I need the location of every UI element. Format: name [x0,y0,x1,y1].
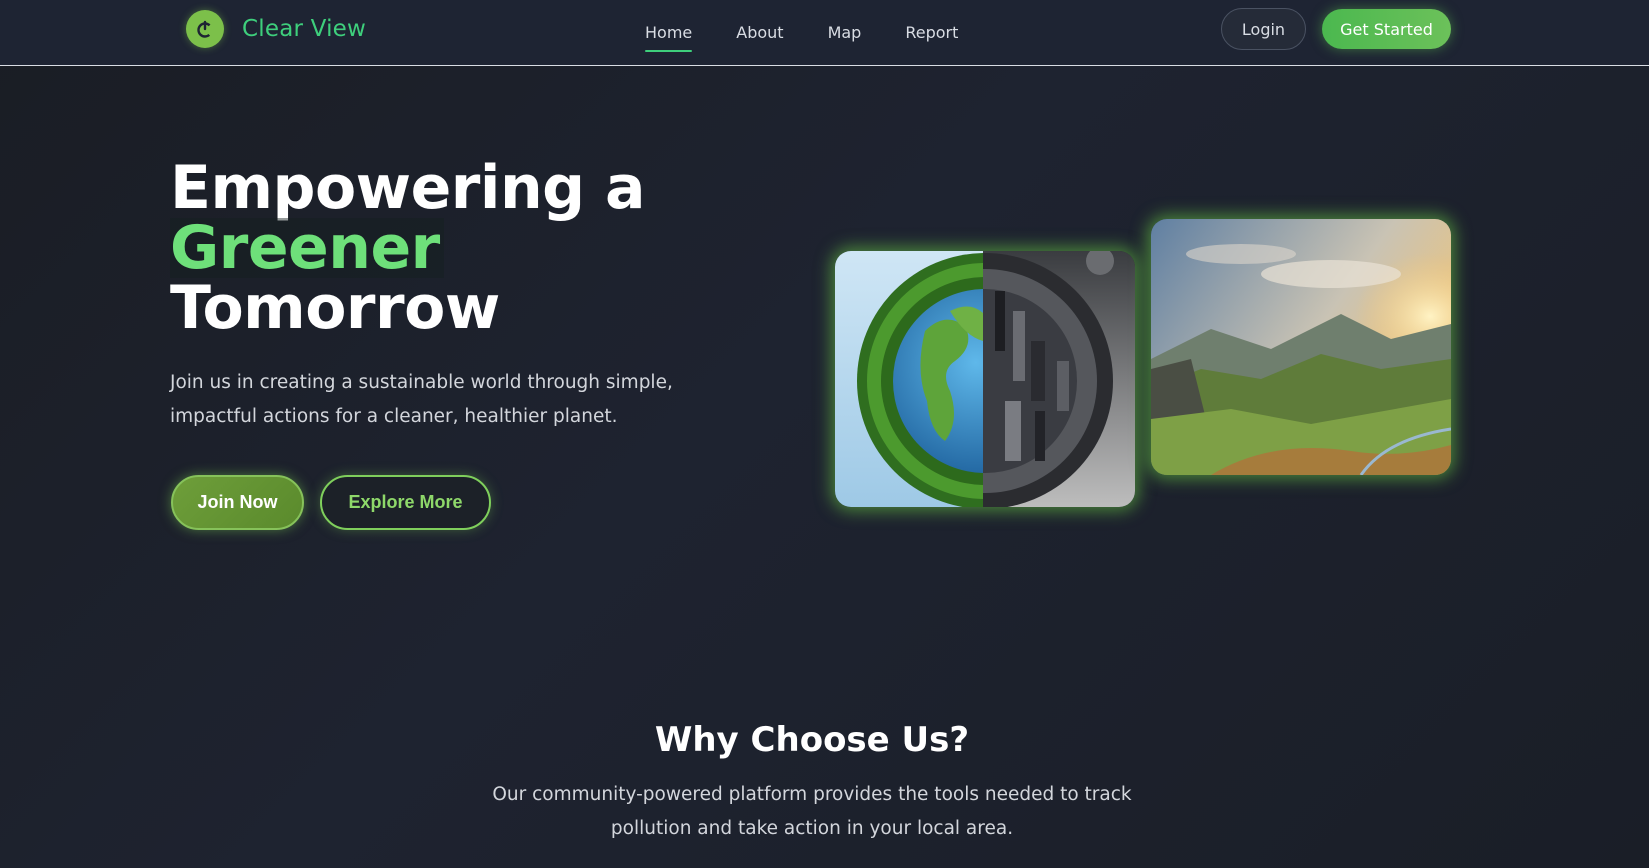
nav-link-map[interactable]: Map [828,23,862,42]
explore-more-button[interactable]: Explore More [320,475,491,530]
get-started-button[interactable]: Get Started [1322,9,1451,49]
why-title: Why Choose Us? [654,720,970,760]
hero-title-accent: Greener [170,218,444,278]
why-description-line1: Our community-powered platform provides … [492,784,1132,805]
nav-link-about[interactable]: About [736,23,783,42]
navbar: Clear View Home About Map Report Login G… [0,0,1649,66]
brand-name: Clear View [242,16,367,42]
nav-link-report[interactable]: Report [905,23,958,42]
hero-title: Empowering a Greener Tomorrow [170,158,646,338]
nav-link-home[interactable]: Home [645,23,693,52]
brand[interactable]: Clear View [186,10,366,48]
why-description: Our community-powered platform provides … [0,778,1624,846]
hero-description: Join us in creating a sustainable world … [170,372,673,427]
earth-city-image [835,251,1135,507]
why-description-line2: pollution and take action in your local … [610,818,1014,839]
join-now-button[interactable]: Join Now [171,475,304,530]
login-button[interactable]: Login [1221,8,1306,50]
main-nav: Home About Map Report [645,0,1002,64]
hero-title-line3: Tomorrow [170,273,500,343]
power-icon [186,10,224,48]
landscape-image [1151,219,1451,475]
